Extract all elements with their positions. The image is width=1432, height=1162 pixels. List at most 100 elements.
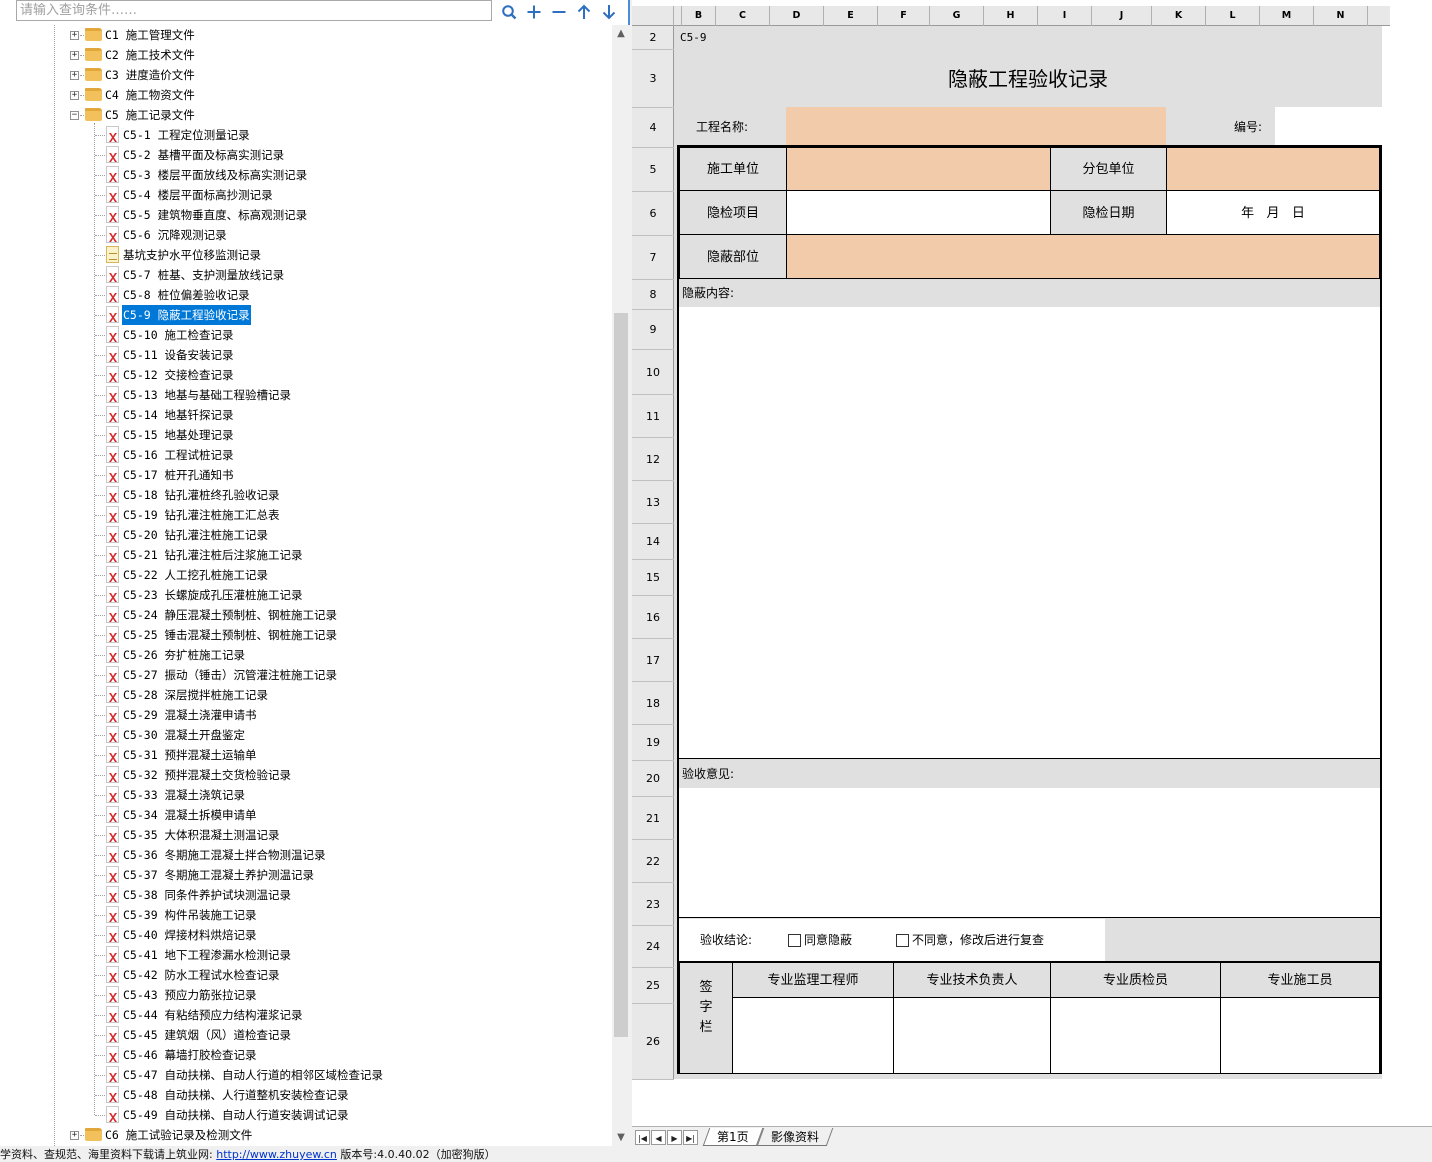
column-header[interactable]: D bbox=[770, 6, 824, 26]
row-header[interactable]: 14 bbox=[632, 524, 674, 560]
row-header[interactable]: 13 bbox=[632, 481, 674, 524]
tree-item[interactable]: C5-32 预拌混凝土交货检验记录 bbox=[0, 765, 612, 785]
agree-checkbox[interactable] bbox=[788, 934, 801, 947]
tree-item[interactable]: C5-34 混凝土拆模申请单 bbox=[0, 805, 612, 825]
disagree-checkbox[interactable] bbox=[896, 934, 909, 947]
row-header[interactable]: 5 bbox=[632, 148, 674, 192]
subcontractor-field[interactable] bbox=[1166, 147, 1380, 191]
search-button[interactable] bbox=[498, 1, 520, 21]
row-header[interactable]: 18 bbox=[632, 682, 674, 725]
contractor-field[interactable] bbox=[786, 147, 1051, 191]
project-name-field[interactable] bbox=[786, 107, 1166, 145]
column-header[interactable]: B bbox=[682, 6, 716, 26]
row-header[interactable]: 22 bbox=[632, 840, 674, 883]
row-header[interactable]: 19 bbox=[632, 725, 674, 761]
tree-item[interactable]: C5-35 大体积混凝土测温记录 bbox=[0, 825, 612, 845]
expand-all-button[interactable] bbox=[523, 1, 545, 21]
acceptance-opinion-field[interactable] bbox=[679, 788, 1380, 918]
tree-item[interactable]: C5-28 深层搅拌桩施工记录 bbox=[0, 685, 612, 705]
tree-item[interactable]: C5-7 桩基、支护测量放线记录 bbox=[0, 265, 612, 285]
tree-item[interactable]: C5-21 钻孔灌注桩后注浆施工记录 bbox=[0, 545, 612, 565]
tree-item[interactable]: C5-23 长螺旋成孔压灌桩施工记录 bbox=[0, 585, 612, 605]
sheet-tab[interactable]: 第1页 bbox=[702, 1128, 763, 1146]
collapse-all-button[interactable] bbox=[548, 1, 570, 21]
tree-folder[interactable]: + C3 进度造价文件 bbox=[0, 65, 612, 85]
row-header[interactable]: 20 bbox=[632, 761, 674, 797]
prev-sheet-icon[interactable]: ◀ bbox=[651, 1130, 666, 1145]
first-sheet-icon[interactable]: |◀ bbox=[635, 1130, 650, 1145]
tree-item[interactable]: C5-36 冬期施工混凝土拌合物测温记录 bbox=[0, 845, 612, 865]
tree-item[interactable]: C5-33 混凝土浇筑记录 bbox=[0, 785, 612, 805]
tree-folder[interactable]: + C2 施工技术文件 bbox=[0, 45, 612, 65]
tree-item[interactable]: C5-43 预应力筋张拉记录 bbox=[0, 985, 612, 1005]
signer-field[interactable] bbox=[732, 997, 894, 1074]
row-header[interactable]: 6 bbox=[632, 192, 674, 236]
row-header[interactable]: 11 bbox=[632, 395, 674, 438]
tree-item[interactable]: C5-40 焊接材料烘焙记录 bbox=[0, 925, 612, 945]
tree-item[interactable]: C5-17 桩开孔通知书 bbox=[0, 465, 612, 485]
tree-item[interactable]: C5-6 沉降观测记录 bbox=[0, 225, 612, 245]
expand-icon[interactable]: + bbox=[70, 51, 79, 60]
column-header[interactable]: J bbox=[1092, 6, 1152, 26]
tree-item[interactable]: C5-41 地下工程渗漏水检测记录 bbox=[0, 945, 612, 965]
tree-item[interactable]: C5-48 自动扶梯、人行道整机安装检查记录 bbox=[0, 1085, 612, 1105]
row-header[interactable]: 8 bbox=[632, 280, 674, 310]
expand-icon[interactable]: + bbox=[70, 31, 79, 40]
tree-item[interactable]: C5-44 有粘结预应力结构灌浆记录 bbox=[0, 1005, 612, 1025]
row-header[interactable]: 10 bbox=[632, 350, 674, 395]
signer-field[interactable] bbox=[1050, 997, 1221, 1074]
website-link[interactable]: http://www.zhuyew.cn bbox=[216, 1148, 337, 1161]
last-sheet-icon[interactable]: ▶| bbox=[683, 1130, 698, 1145]
row-header[interactable]: 26 bbox=[632, 1004, 674, 1080]
tree-item[interactable]: C5-24 静压混凝土预制桩、钢桩施工记录 bbox=[0, 605, 612, 625]
next-sheet-icon[interactable]: ▶ bbox=[667, 1130, 682, 1145]
row-header[interactable]: 7 bbox=[632, 236, 674, 280]
row-header[interactable]: 24 bbox=[632, 926, 674, 968]
row-header[interactable]: 9 bbox=[632, 310, 674, 350]
tree-item[interactable]: 基坑支护水平位移监测记录 bbox=[0, 245, 612, 265]
row-header[interactable]: 23 bbox=[632, 883, 674, 926]
tree-folder[interactable]: + C1 施工管理文件 bbox=[0, 25, 612, 45]
scrollbar-thumb[interactable] bbox=[614, 313, 628, 1037]
signer-field[interactable] bbox=[1220, 997, 1380, 1074]
tree-item[interactable]: C5-16 工程试桩记录 bbox=[0, 445, 612, 465]
tree-item[interactable]: C5-12 交接检查记录 bbox=[0, 365, 612, 385]
search-box[interactable] bbox=[16, 0, 492, 21]
tree-item[interactable]: C5-9 隐蔽工程验收记录 bbox=[0, 304, 612, 326]
inspect-date-field[interactable]: 年 月 日 bbox=[1166, 190, 1380, 235]
inspect-item-field[interactable] bbox=[786, 190, 1051, 235]
tree-item[interactable]: C5-42 防水工程试水检查记录 bbox=[0, 965, 612, 985]
tree-item[interactable]: C5-14 地基钎探记录 bbox=[0, 405, 612, 425]
tree-item[interactable]: C5-11 设备安装记录 bbox=[0, 345, 612, 365]
concealed-part-field[interactable] bbox=[786, 234, 1380, 279]
signer-field[interactable] bbox=[893, 997, 1051, 1074]
tree-scrollbar[interactable]: ▲ ▼ bbox=[612, 25, 630, 1146]
tree-item[interactable]: C5-19 钻孔灌注桩施工汇总表 bbox=[0, 505, 612, 525]
agree-option[interactable]: 同意隐蔽 bbox=[788, 919, 898, 962]
column-header[interactable]: L bbox=[1206, 6, 1260, 26]
column-header[interactable]: C bbox=[716, 6, 770, 26]
expand-icon[interactable]: + bbox=[70, 71, 79, 80]
tree-item[interactable]: C5-45 建筑烟（风）道检查记录 bbox=[0, 1025, 612, 1045]
search-input[interactable] bbox=[17, 1, 491, 20]
tree-item[interactable]: C5-49 自动扶梯、自动人行道安装调试记录 bbox=[0, 1105, 612, 1125]
tree-item[interactable]: C5-30 混凝土开盘鉴定 bbox=[0, 725, 612, 745]
row-header[interactable]: 2 bbox=[632, 26, 674, 50]
tree-folder[interactable]: + C4 施工物资文件 bbox=[0, 85, 612, 105]
row-header[interactable]: 15 bbox=[632, 560, 674, 596]
tree-item[interactable]: C5-26 夯扩桩施工记录 bbox=[0, 645, 612, 665]
row-header[interactable]: 21 bbox=[632, 797, 674, 840]
column-header[interactable]: N bbox=[1314, 6, 1368, 26]
tree-item[interactable]: C5-2 基槽平面及标高实测记录 bbox=[0, 145, 612, 165]
row-header[interactable]: 3 bbox=[632, 50, 674, 108]
tree-item[interactable]: C5-10 施工检查记录 bbox=[0, 325, 612, 345]
column-header[interactable]: I bbox=[1038, 6, 1092, 26]
column-header[interactable]: M bbox=[1260, 6, 1314, 26]
tree-item[interactable]: C5-46 幕墙打胶检查记录 bbox=[0, 1045, 612, 1065]
row-header[interactable]: 4 bbox=[632, 108, 674, 148]
column-header[interactable]: E bbox=[824, 6, 878, 26]
tree-item[interactable]: C5-29 混凝土浇灌申请书 bbox=[0, 705, 612, 725]
move-up-button[interactable] bbox=[573, 1, 595, 21]
tree-item[interactable]: C5-18 钻孔灌桩终孔验收记录 bbox=[0, 485, 612, 505]
row-header[interactable]: 16 bbox=[632, 596, 674, 639]
